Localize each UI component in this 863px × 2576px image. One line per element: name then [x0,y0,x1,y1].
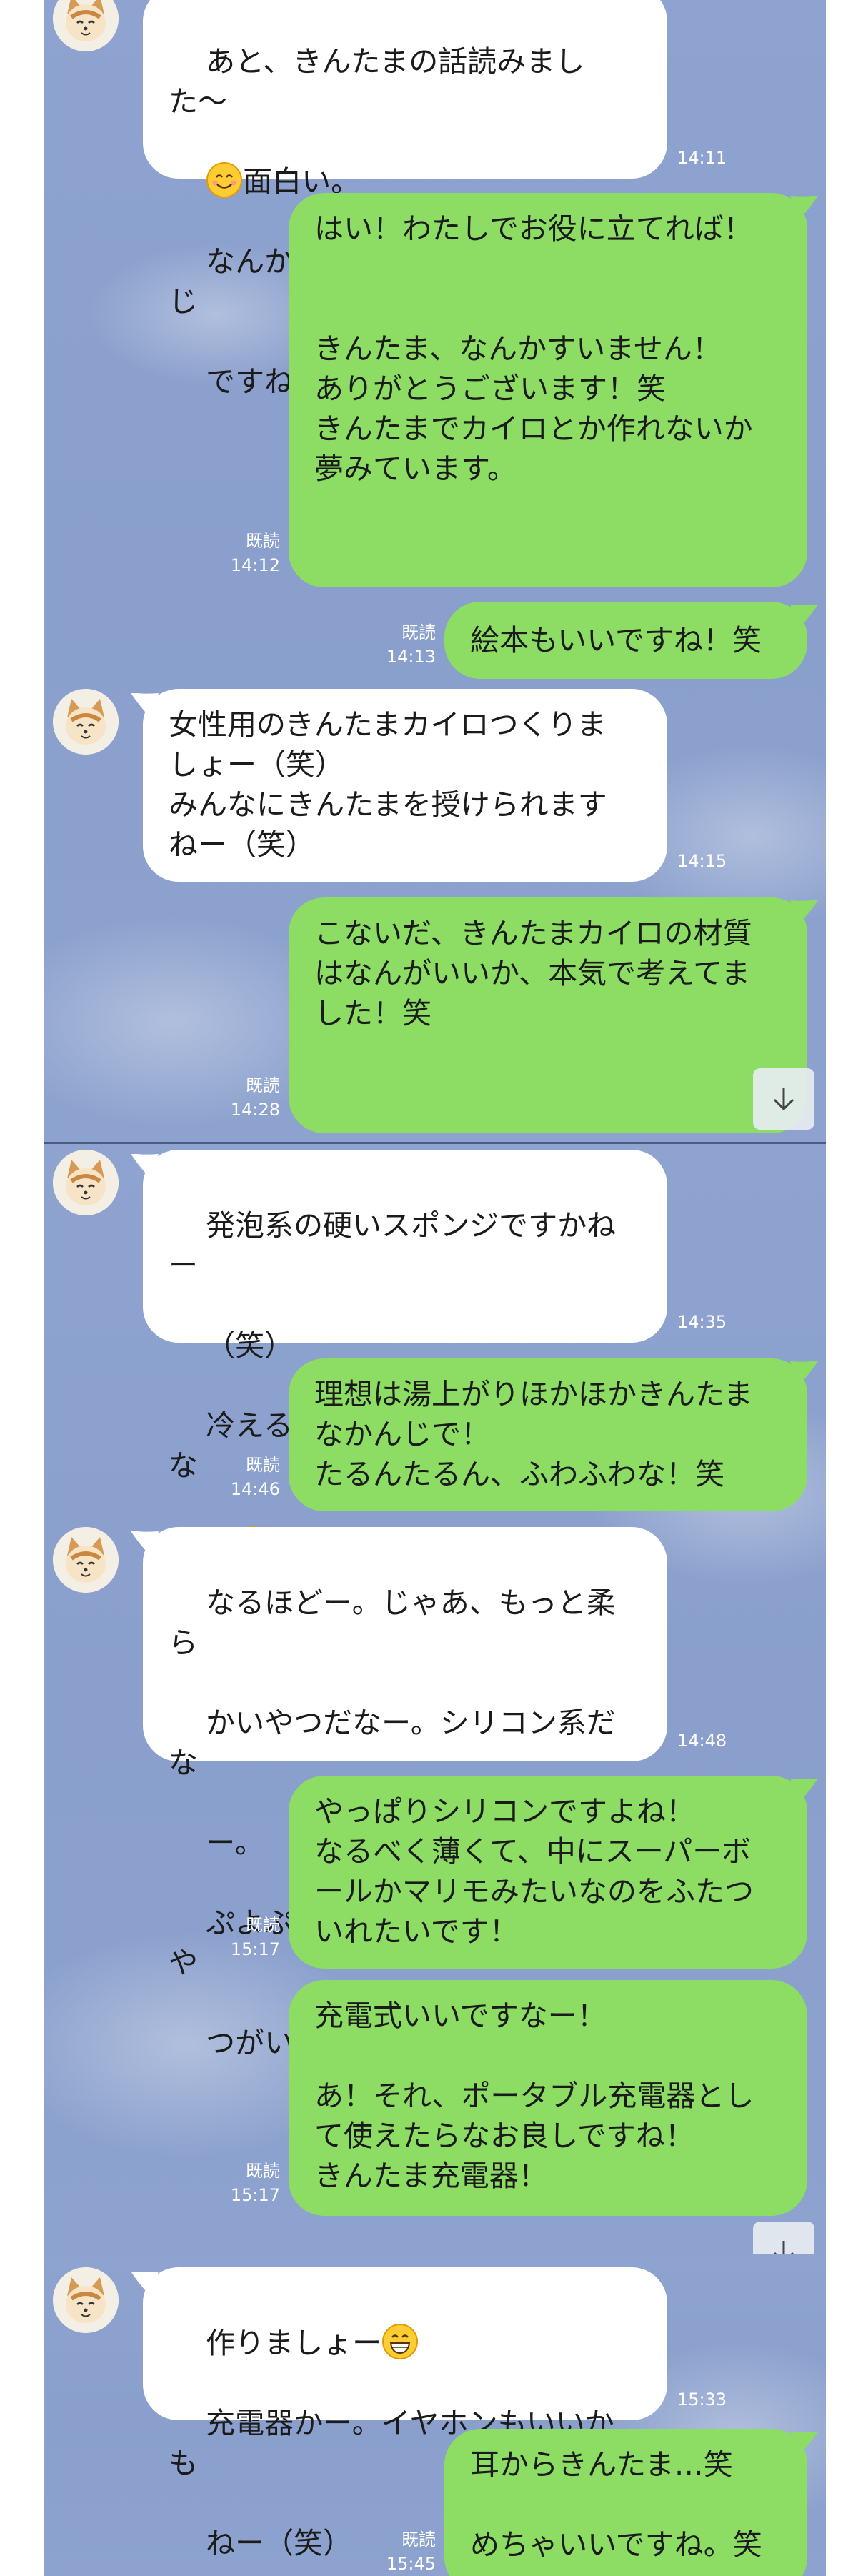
read-receipt: 既読 [401,2530,436,2550]
smiling-face-emoji [206,161,243,199]
message-time: 15:45 [386,2554,436,2574]
cat-avatar-icon[interactable] [53,2267,119,2333]
cat-avatar-icon[interactable] [53,689,119,755]
message-time: 14:35 [677,1312,727,1332]
message-time: 14:11 [677,148,727,168]
bubble-tail [790,605,818,629]
message-time: 15:17 [230,2185,280,2205]
message-bubble-outgoing[interactable]: やっぱりシリコンですよね！ なるべく薄くて、中にスーパーボ ールかマリモみたいな… [289,1776,807,1969]
chat-panel-1: あと、きんたまの話読みました〜 面白い。 なんか、絵本とか作りたいかんじ ですね… [44,0,826,1142]
arrow-down-icon [773,1088,794,1111]
message-bubble-outgoing[interactable]: こないだ、きんたまカイロの材質 はなんがいいか、本気で考えてま した！笑 [289,897,807,1133]
message-bubble-outgoing[interactable]: 絵本もいいですね！笑 [444,602,807,679]
cat-avatar-icon[interactable] [53,0,119,51]
bubble-tail [790,900,818,925]
message-text: かいやつだなー。シリコン系だな [169,1706,616,1780]
message-text: ですね [206,364,294,399]
message-time: 15:33 [677,2389,727,2410]
message-time: 14:46 [230,1479,280,1499]
message-time: 14:48 [677,1731,727,1751]
message-bubble-outgoing[interactable]: はい！わたしでお役に立てれば！ きんたま、なんかすいません！ ありがとうございま… [289,193,807,587]
message-bubble-outgoing[interactable]: 理想は湯上がりほかほかきんたま なかんじで！ たるんたるん、ふわふわな！笑 [289,1358,807,1511]
message-time: 14:12 [230,555,280,575]
scroll-down-button[interactable] [753,1068,814,1130]
read-receipt: 既読 [246,1075,280,1095]
message-text: ねー（笑） [206,2526,353,2560]
message-time: 14:13 [386,647,436,667]
chat-panel-3: 作りましょー 充電器かー。イヤホンもいいかも ねー（笑） 15:33 耳からきん… [44,2254,826,2576]
message-bubble-incoming[interactable]: 発泡系の硬いスポンジですかねー （笑） 冷えると縮むとおもしろいだろな ー [143,1150,667,1563]
bubble-tail [790,1779,818,1803]
read-receipt: 既読 [246,1915,280,1935]
grinning-face-emoji [381,2323,419,2360]
scroll-down-button[interactable] [753,2222,814,2254]
message-text: （笑） [206,1328,294,1363]
cat-avatar-icon[interactable] [53,1150,119,1215]
message-text: 発泡系の硬いスポンジですかねー [169,1208,617,1283]
message-bubble-incoming[interactable]: 作りましょー 充電器かー。イヤホンもいいかも ねー（笑） [143,2267,667,2560]
message-bubble-incoming[interactable]: なるほどー。じゃあ、もっと柔ら かいやつだなー。シリコン系だな ー。 ぷよぷよで… [143,1527,667,2060]
message-bubble-outgoing[interactable]: 耳からきんたま…笑 めちゃいいですね。笑 [444,2429,807,2576]
message-time: 15:17 [230,1939,280,1959]
read-receipt: 既読 [401,622,436,642]
message-bubble-incoming[interactable]: あと、きんたまの話読みました〜 面白い。 なんか、絵本とか作りたいかんじ ですね [143,0,667,399]
read-receipt: 既読 [246,2161,280,2181]
read-receipt: 既読 [246,531,280,551]
bubble-tail [790,196,818,220]
bubble-tail [790,1361,818,1386]
message-text: なるほどー。じゃあ、もっと柔ら [169,1586,616,1660]
message-time: 14:15 [677,851,727,871]
chat-panel-2: 発泡系の硬いスポンジですかねー （笑） 冷えると縮むとおもしろいだろな ー 14… [44,1144,826,2254]
arrow-down-icon [773,2241,794,2254]
cat-avatar-icon[interactable] [53,1527,119,1593]
message-text: 作りましょー [206,2326,382,2360]
message-text: ー。 [206,1826,264,1860]
message-text: あと、きんたまの話読みました〜 [169,44,585,119]
message-time: 14:28 [230,1100,280,1120]
read-receipt: 既読 [246,1455,280,1475]
bubble-tail [790,2432,818,2456]
message-bubble-incoming[interactable]: 女性用のきんたまカイロつくりま しょー（笑） みんなにきんたまを授けられます ね… [143,689,667,882]
message-bubble-outgoing[interactable]: 充電式いいですなー！ あ！それ、ポータブル充電器とし て使えたらなお良しですね！… [289,1980,807,2216]
